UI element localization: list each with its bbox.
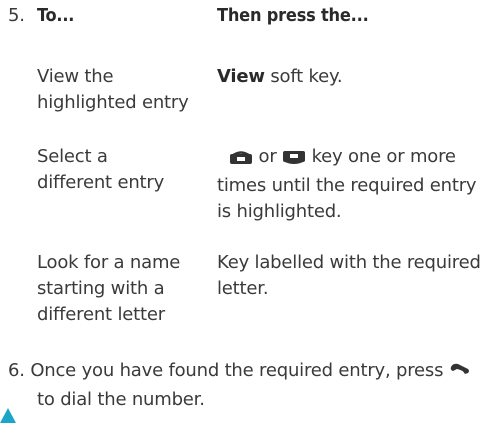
row3-action-line2: starting with a xyxy=(37,278,165,299)
row1-instruction: View soft key. xyxy=(217,64,502,90)
row2-or-text: or xyxy=(253,146,283,167)
row3-action-line3: different letter xyxy=(37,304,165,325)
row2-action-line2: different entry xyxy=(37,172,165,193)
row2-instruction: or key one or more times until the requi… xyxy=(217,144,502,225)
row3-instruction: Key labelled with the required letter. xyxy=(217,250,502,302)
step-6-line1: Once you have found the required entry, … xyxy=(30,360,444,381)
step-6-number: 6. xyxy=(8,360,25,381)
row3-action: Look for a name starting with a differen… xyxy=(37,250,207,328)
row1-instruction-text: soft key. xyxy=(264,66,343,87)
row2-action-line1: Select a xyxy=(37,146,108,167)
row1-action-line1: View the xyxy=(37,66,114,87)
view-key-label: View xyxy=(217,66,265,87)
row2-action: Select a different entry xyxy=(37,144,207,196)
step-6: 6. Once you have found the required entr… xyxy=(8,358,498,413)
row2-instruction-line2: times until the required entry xyxy=(217,175,477,196)
col1-header: To... xyxy=(37,5,75,26)
down-key-icon xyxy=(282,147,306,173)
page-marker-triangle xyxy=(0,408,16,423)
step-5-number: 5. xyxy=(8,5,25,26)
row3-instruction-line1: Key labelled with the required xyxy=(217,252,481,273)
up-key-icon xyxy=(229,147,253,173)
send-key-icon xyxy=(449,361,471,387)
row1-action: View the highlighted entry xyxy=(37,64,207,116)
row2-line1-end: key one or more xyxy=(306,146,456,167)
row3-instruction-line2: letter. xyxy=(217,278,269,299)
row3-action-line1: Look for a name xyxy=(37,252,181,273)
col2-header: Then press the... xyxy=(217,5,369,26)
row2-instruction-line3: is highlighted. xyxy=(217,201,342,222)
step-6-line2: to dial the number. xyxy=(37,389,205,410)
row1-action-line2: highlighted entry xyxy=(37,92,189,113)
